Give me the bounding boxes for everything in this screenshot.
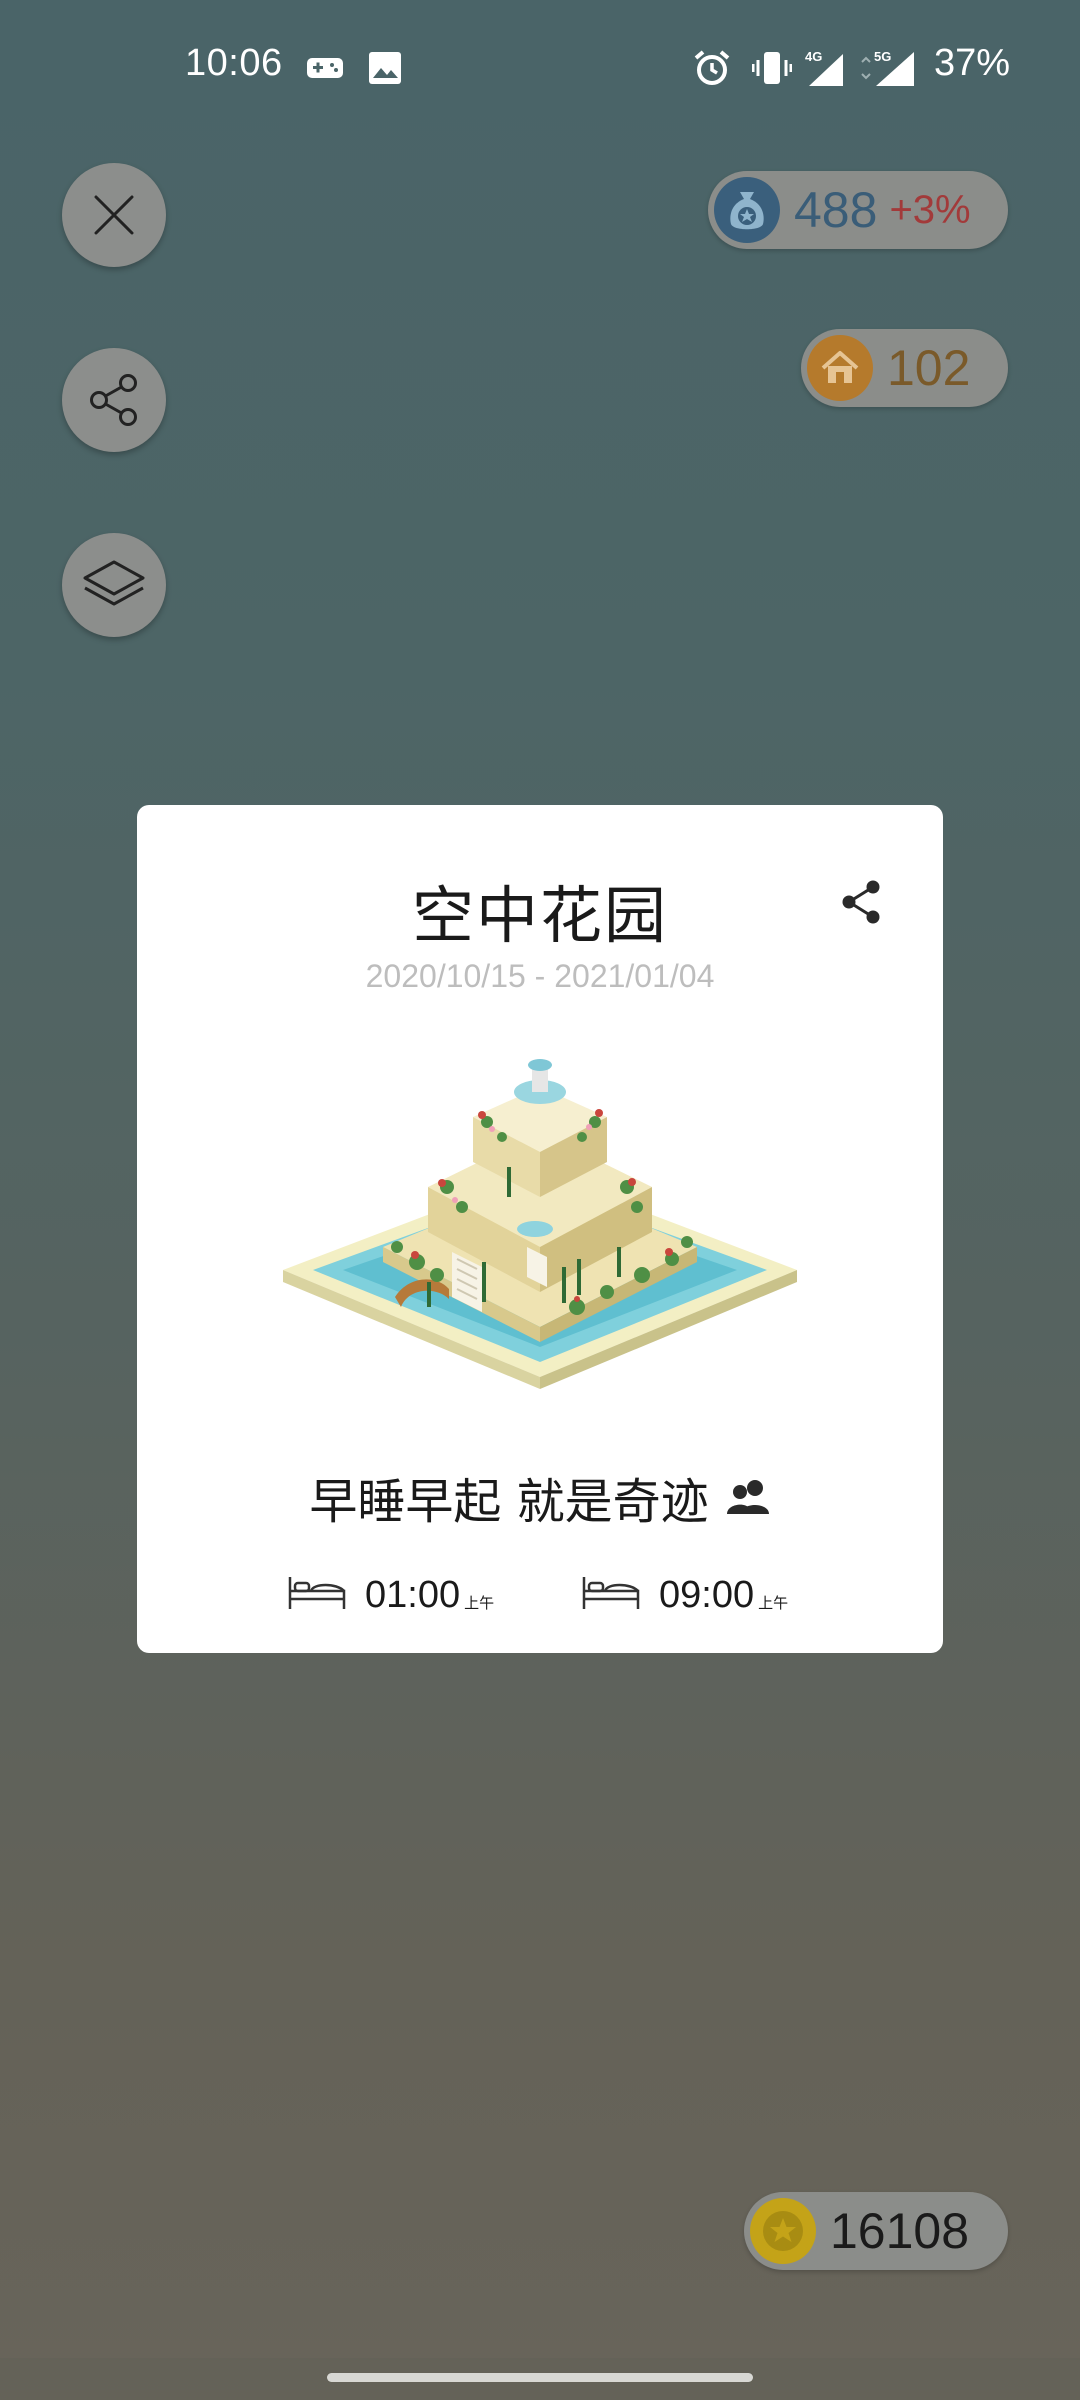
status-time: 10:06 xyxy=(185,42,283,84)
share-icon xyxy=(90,374,137,426)
battery-percentage: 37% xyxy=(934,42,1011,84)
reward-value: 488 xyxy=(794,182,878,238)
coin-counter[interactable]: 16108 xyxy=(744,2192,1008,2270)
close-button[interactable] xyxy=(62,163,166,267)
sleep-time-value: 01:00 xyxy=(365,1574,461,1616)
layers-icon xyxy=(83,560,145,606)
wake-time-suffix: 上午 xyxy=(758,1594,789,1612)
bed-icon xyxy=(288,1577,346,1609)
alarm-icon xyxy=(694,50,730,85)
reward-change: +3% xyxy=(889,187,971,232)
status-bar: 10:06 4G 5G 37% xyxy=(0,0,1080,136)
card-motto: 早睡早起 就是奇迹 xyxy=(137,1462,943,1532)
group-icon[interactable] xyxy=(726,1478,771,1516)
card-title: 空中花园 xyxy=(411,879,668,952)
motto-text: 早睡早起 就是奇迹 xyxy=(309,1474,709,1530)
gamepad-icon xyxy=(307,58,343,78)
sleep-time: 01:00 上午 xyxy=(287,1567,494,1617)
svg-text:4G: 4G xyxy=(805,49,822,64)
home-gesture-bar[interactable] xyxy=(327,2373,753,2382)
wake-time-value: 09:00 xyxy=(659,1574,755,1616)
bed-icon xyxy=(582,1577,640,1609)
vibrate-icon xyxy=(752,52,792,84)
signal-4g-icon: 4G xyxy=(805,49,843,86)
share-button[interactable] xyxy=(62,348,166,452)
coin-value: 16108 xyxy=(830,2203,970,2259)
garden-card: 空中花园 2020/10/15 - 2021/01/04 早睡早起 就是奇迹 0… xyxy=(137,805,943,1653)
date-range: 2020/10/15 - 2021/01/04 xyxy=(365,958,715,994)
layers-button[interactable] xyxy=(62,533,166,637)
signal-5g-icon: 5G xyxy=(861,49,914,86)
hanging-garden-illustration xyxy=(283,1059,797,1389)
coin-icon xyxy=(750,2198,816,2264)
house-value: 102 xyxy=(887,340,971,396)
money-bag-icon xyxy=(714,177,780,243)
close-icon xyxy=(94,195,134,235)
sleep-time-suffix: 上午 xyxy=(464,1594,495,1612)
house-icon xyxy=(807,335,873,401)
house-counter[interactable]: 102 xyxy=(801,329,1008,407)
reward-counter[interactable]: 488 +3% xyxy=(708,171,1008,249)
svg-text:5G: 5G xyxy=(874,49,891,64)
card-share-icon[interactable] xyxy=(840,879,882,925)
image-icon xyxy=(369,52,401,84)
wake-time: 09:00 上午 xyxy=(581,1567,788,1617)
